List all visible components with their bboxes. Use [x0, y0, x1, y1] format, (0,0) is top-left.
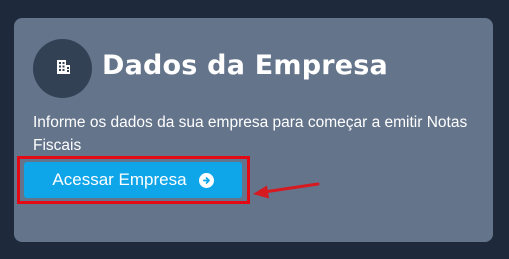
arrow-circle-right-icon	[198, 172, 214, 188]
card-description: Informe os dados da sua empresa para com…	[33, 114, 468, 154]
access-company-button[interactable]: Acessar Empresa	[24, 162, 242, 198]
company-data-card: Dados da Empresa Informe os dados da sua…	[14, 18, 493, 242]
building-icon	[55, 59, 71, 79]
access-company-button-label: Acessar Empresa	[52, 170, 187, 189]
building-icon-circle	[33, 39, 92, 98]
annotation-arrow-icon	[253, 182, 320, 199]
card-title: Dados da Empresa	[102, 50, 388, 81]
